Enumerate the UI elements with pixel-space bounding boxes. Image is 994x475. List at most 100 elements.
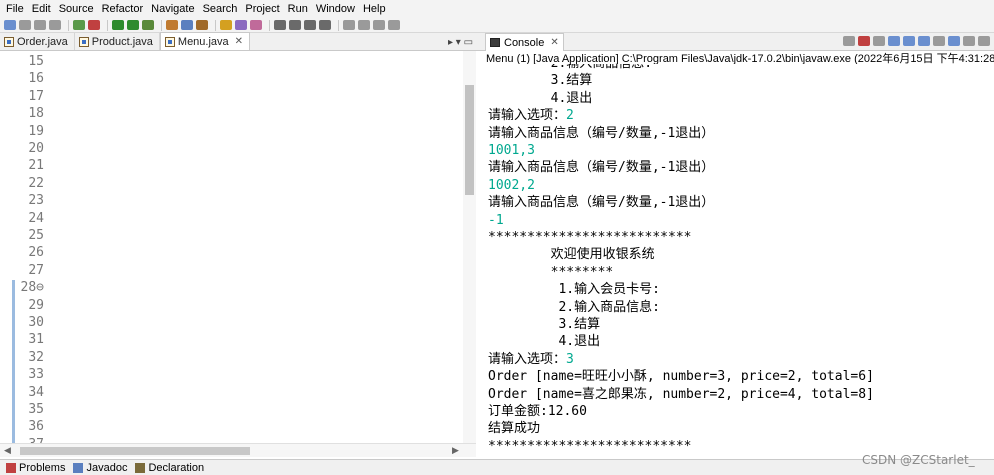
editor-tab-label: Order.java (17, 35, 68, 48)
menu-search[interactable]: Search (199, 0, 242, 18)
code-editor[interactable]: 15 16 17 18 19 20 21 22 23 24 25 26 27 28⊖ 29 30 31 32 33 3… (0, 51, 476, 457)
editor-ruler (0, 51, 15, 457)
console-output-line: 订单金额:12.60 (488, 403, 587, 420)
toolbar-button-icon[interactable] (373, 20, 385, 30)
toolbar-button-icon[interactable] (250, 20, 262, 30)
console-output[interactable]: 2.输入商品信息: 3.结算 4.退出请输入选项：2请输入商品信息（编号/数量,… (483, 64, 994, 457)
toolbar-button-icon[interactable] (88, 20, 100, 30)
console-toolbar-button-icon[interactable] (978, 36, 990, 46)
line-number: 25 (28, 228, 44, 243)
console-toolbar-button-icon[interactable] (918, 36, 930, 46)
bottom-tab-label: Declaration (148, 461, 205, 474)
toolbar-button-icon[interactable] (166, 20, 178, 30)
line-number: 29 (28, 297, 44, 313)
editor-horizontal-scrollbar[interactable]: ◀ ▶ (0, 443, 476, 457)
console-text: 请输入商品信息（编号/数量,-1退出） (488, 125, 715, 141)
line-number: 24 (28, 210, 44, 226)
menu-project[interactable]: Project (241, 0, 283, 18)
toolbar-separator (107, 19, 108, 31)
menu-source[interactable]: Source (55, 0, 98, 18)
bottom-tab-label: Problems (19, 461, 66, 474)
menu-file[interactable]: File (2, 0, 28, 18)
toolbar-button-icon[interactable] (289, 20, 301, 30)
toolbar-button-icon[interactable] (127, 20, 139, 30)
console-text: 请输入商品信息（编号/数量,-1退出） (488, 195, 715, 211)
toolbar-button-icon[interactable] (49, 20, 61, 30)
toolbar-button-icon[interactable] (34, 20, 46, 30)
tab-declaration[interactable]: Declaration (133, 462, 210, 474)
toolbar-button-icon[interactable] (181, 20, 193, 30)
toolbar-button-icon[interactable] (73, 20, 85, 30)
console-text: 订单金额:12.60 (488, 404, 587, 419)
console-text: 1001,3 (488, 143, 535, 158)
toolbar-button-icon[interactable] (19, 20, 31, 30)
line-number: 30 (28, 315, 44, 330)
console-output-line: ************************** (488, 438, 692, 455)
java-file-icon (164, 36, 175, 47)
toolbar-button-icon[interactable] (274, 20, 286, 30)
close-icon[interactable]: ✕ (550, 37, 558, 48)
tab-problems[interactable]: Problems (4, 462, 71, 474)
console-output-line: 1.输入会员卡号: (488, 281, 659, 298)
tab-menu-java[interactable]: Menu.java ✕ (159, 32, 251, 50)
menu-run[interactable]: Run (284, 0, 312, 18)
console-output-line: 欢迎使用收银系统 (488, 246, 655, 263)
editor-view-controls[interactable]: ▸ ▾ ▭ (448, 37, 473, 48)
toolbar-button-icon[interactable] (358, 20, 370, 30)
console-toolbar-button-icon[interactable] (903, 36, 915, 46)
java-file-icon (78, 36, 89, 47)
tab-product-java[interactable]: Product.java (75, 33, 160, 50)
console-output-line: 请输入商品信息（编号/数量,-1退出） (488, 159, 714, 176)
line-number: 32 (28, 349, 44, 365)
console-output-line: 请输入商品信息（编号/数量,-1退出） (488, 194, 714, 211)
console-toolbar-button-icon[interactable] (843, 36, 855, 46)
console-toolbar-button-icon[interactable] (933, 36, 945, 46)
editor-vertical-scroll-thumb[interactable] (465, 85, 474, 195)
menu-edit[interactable]: Edit (28, 0, 55, 18)
line-number: 31 (28, 332, 44, 348)
toolbar-button-icon[interactable] (4, 20, 16, 30)
menu-help[interactable]: Help (359, 0, 390, 18)
console-text: Order [name=喜之郎果冻, number=2, price=4, to… (488, 386, 874, 402)
console-output-line: 请输入选项：3 (488, 351, 574, 368)
console-tab-label: Console (504, 36, 545, 49)
java-file-icon (4, 36, 14, 47)
console-toolbar-button-icon[interactable] (873, 36, 885, 46)
scroll-left-arrow-icon[interactable]: ◀ (4, 445, 11, 456)
toolbar-button-icon[interactable] (235, 20, 247, 30)
console-toolbar-button-icon[interactable] (858, 36, 870, 46)
menu-window[interactable]: Window (312, 0, 359, 18)
console-toolbar-button-icon[interactable] (888, 36, 900, 46)
toolbar-button-icon[interactable] (220, 20, 232, 30)
toolbar-button-icon[interactable] (319, 20, 331, 30)
editor-horizontal-scroll-thumb[interactable] (20, 447, 250, 455)
menu-refactor[interactable]: Refactor (98, 0, 148, 18)
toolbar-button-icon[interactable] (343, 20, 355, 30)
toolbar-button-icon[interactable] (388, 20, 400, 30)
console-icon (490, 38, 500, 47)
line-number: 33 (28, 367, 44, 383)
toolbar-button-icon[interactable] (196, 20, 208, 30)
line-number: 19 (28, 123, 44, 139)
tab-javadoc[interactable]: Javadoc (71, 462, 133, 474)
console-text: Order [name=旺旺小小酥, number=3, price=2, to… (488, 369, 874, 385)
bottom-tab-label: Javadoc (86, 461, 128, 474)
console-text: 欢迎使用收银系统 (488, 247, 655, 263)
tab-order-java[interactable]: Order.java (0, 33, 75, 50)
scroll-right-arrow-icon[interactable]: ▶ (452, 445, 459, 456)
toolbar-button-icon[interactable] (142, 20, 154, 30)
editor-tab-bar: Order.java Product.java Menu.java ✕ (0, 32, 483, 51)
menu-navigate[interactable]: Navigate (147, 0, 198, 18)
console-text: ******** (488, 264, 614, 280)
toolbar-button-icon[interactable] (304, 20, 316, 30)
console-text: 请输入选项： (488, 108, 567, 124)
console-text: 结算成功 (488, 421, 541, 437)
console-output-line: 4.退出 (488, 333, 600, 350)
console-toolbar-button-icon[interactable] (948, 36, 960, 46)
editor-vertical-scrollbar[interactable] (463, 51, 476, 457)
close-icon[interactable]: ✕ (235, 36, 243, 47)
toolbar-button-icon[interactable] (112, 20, 124, 30)
editor-tab-label: Menu.java (177, 35, 229, 48)
tab-console[interactable]: Console ✕ (485, 33, 564, 51)
console-toolbar-button-icon[interactable] (963, 36, 975, 46)
